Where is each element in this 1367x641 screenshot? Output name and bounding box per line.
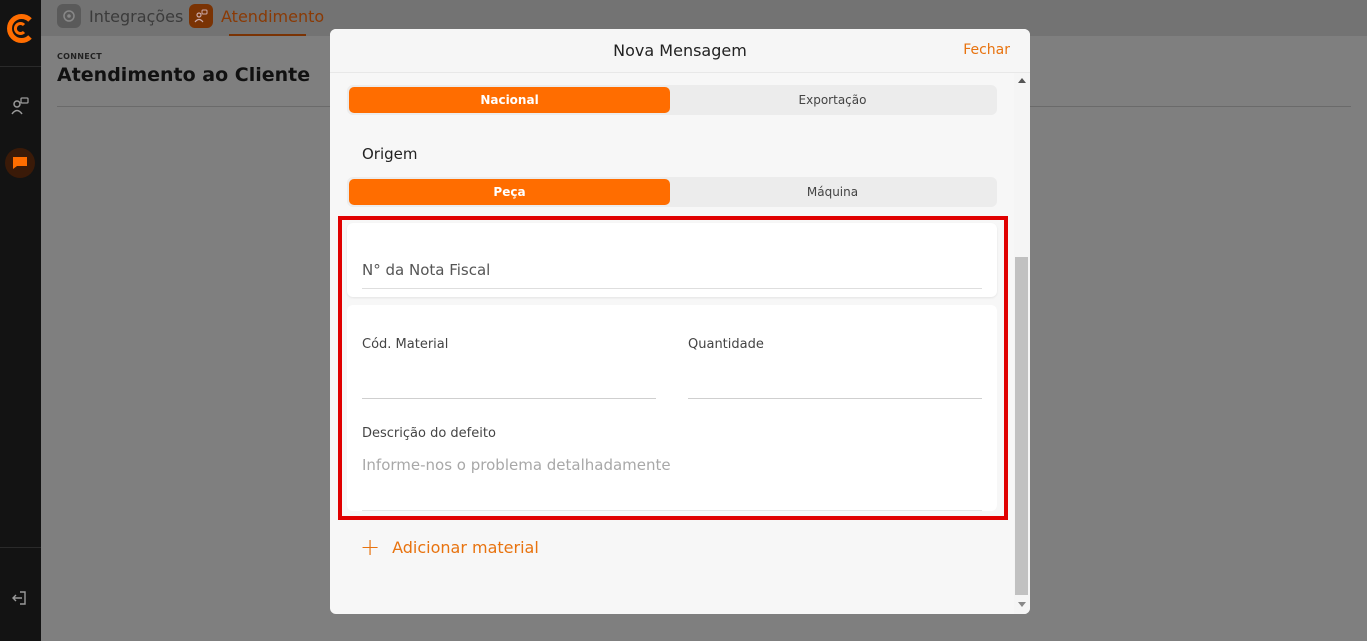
descricao-label: Descrição do defeito [362, 426, 496, 441]
nota-fiscal-card: N° da Nota Fiscal [347, 223, 997, 297]
new-message-modal: Nova Mensagem Fechar Nacional Exportação… [330, 29, 1030, 614]
support-agent-icon[interactable] [8, 94, 32, 118]
tab-atendimento[interactable]: Atendimento [189, 4, 324, 28]
origem-label: Origem [362, 145, 418, 163]
modal-header: Nova Mensagem Fechar [330, 29, 1030, 73]
quantidade-label: Quantidade [688, 337, 764, 352]
material-card: Cód. Material Quantidade Descrição do de… [347, 305, 997, 511]
cod-material-label: Cód. Material [362, 337, 449, 352]
segment-exportacao[interactable]: Exportação [672, 87, 993, 113]
scroll-down-arrow-icon[interactable] [1018, 602, 1026, 607]
nota-fiscal-input[interactable]: N° da Nota Fiscal [362, 261, 982, 289]
scroll-up-arrow-icon[interactable] [1018, 78, 1026, 83]
plus-icon: + [360, 533, 381, 561]
active-tab-indicator [229, 34, 306, 36]
sidebar-divider [0, 66, 41, 67]
close-button[interactable]: Fechar [963, 42, 1010, 58]
add-material-button[interactable]: + Adicionar material [360, 533, 539, 561]
chat-icon[interactable] [5, 148, 35, 178]
modal-title: Nova Mensagem [613, 41, 747, 60]
sidebar-divider-bottom [0, 547, 41, 548]
support-agent-icon [189, 4, 213, 28]
segment-maquina[interactable]: Máquina [672, 179, 993, 205]
section-label: CONNECT [57, 52, 102, 61]
logout-icon[interactable] [10, 589, 28, 611]
sidebar [0, 0, 41, 641]
segment-nacional[interactable]: Nacional [349, 87, 670, 113]
add-material-label: Adicionar material [392, 537, 539, 557]
tab-integracoes-label: Integrações [89, 6, 184, 26]
company-logo [4, 12, 37, 45]
page-title: Atendimento ao Cliente [57, 64, 311, 86]
integrations-icon [57, 4, 81, 28]
descricao-input[interactable]: Informe-nos o problema detalhadamente [362, 456, 671, 474]
cod-material-input[interactable] [362, 398, 656, 399]
origem-segmented-control: Peça Máquina [347, 177, 997, 207]
market-segmented-control: Nacional Exportação [347, 85, 997, 115]
segment-peca[interactable]: Peça [349, 179, 670, 205]
tab-integracoes[interactable]: Integrações [57, 4, 183, 28]
quantidade-input[interactable] [688, 398, 982, 399]
tab-atendimento-label: Atendimento [221, 6, 325, 26]
scrollbar-thumb[interactable] [1015, 257, 1028, 595]
descricao-underline [362, 510, 982, 511]
